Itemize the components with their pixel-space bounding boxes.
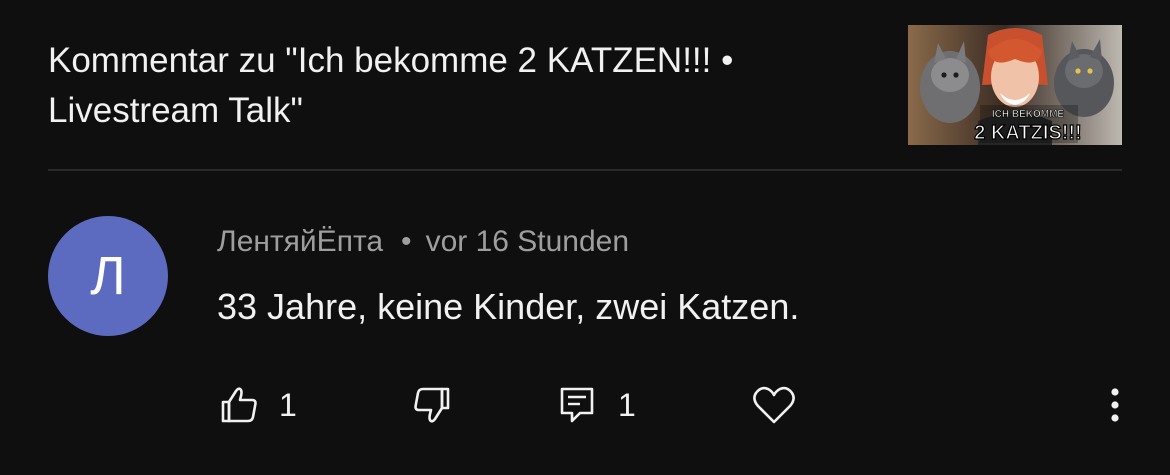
video-title[interactable]: Kommentar zu "Ich bekomme 2 KATZEN!!! • … xyxy=(48,36,858,136)
like-button[interactable]: 1 xyxy=(219,380,297,430)
heart-icon xyxy=(752,384,796,426)
divider xyxy=(48,169,1122,171)
video-thumbnail[interactable]: ICH BEKOMME 2 KATZIS!!! xyxy=(908,25,1122,145)
thumbnail-image: ICH BEKOMME 2 KATZIS!!! xyxy=(908,25,1122,145)
heart-button[interactable] xyxy=(752,380,796,430)
thumbnail-caption-line1: ICH BEKOMME xyxy=(992,109,1065,120)
reply-count: 1 xyxy=(618,386,636,423)
avatar[interactable]: Л xyxy=(48,216,168,336)
more-options-button[interactable] xyxy=(1100,380,1130,430)
comment-context-header: Kommentar zu "Ich bekomme 2 KATZEN!!! • … xyxy=(48,0,1124,170)
comment-timestamp: vor 16 Stunden xyxy=(425,225,630,258)
more-vertical-icon xyxy=(1110,385,1120,425)
like-count: 1 xyxy=(279,386,297,423)
comment-text: 33 Jahre, keine Kinder, zwei Katzen. xyxy=(217,286,800,327)
thumbs-down-icon xyxy=(412,385,452,425)
comment-author[interactable]: ЛентяйЁпта xyxy=(217,225,383,258)
dislike-button[interactable] xyxy=(412,380,452,430)
reply-comment-icon xyxy=(558,385,598,425)
thumbs-up-icon xyxy=(219,385,259,425)
avatar-letter: Л xyxy=(90,246,126,306)
reply-button[interactable]: 1 xyxy=(558,380,636,430)
meta-separator: • xyxy=(401,225,412,258)
thumbnail-caption-line2: 2 KATZIS!!! xyxy=(974,122,1081,144)
comment-meta: ЛентяйЁпта • vor 16 Stunden xyxy=(217,222,629,262)
